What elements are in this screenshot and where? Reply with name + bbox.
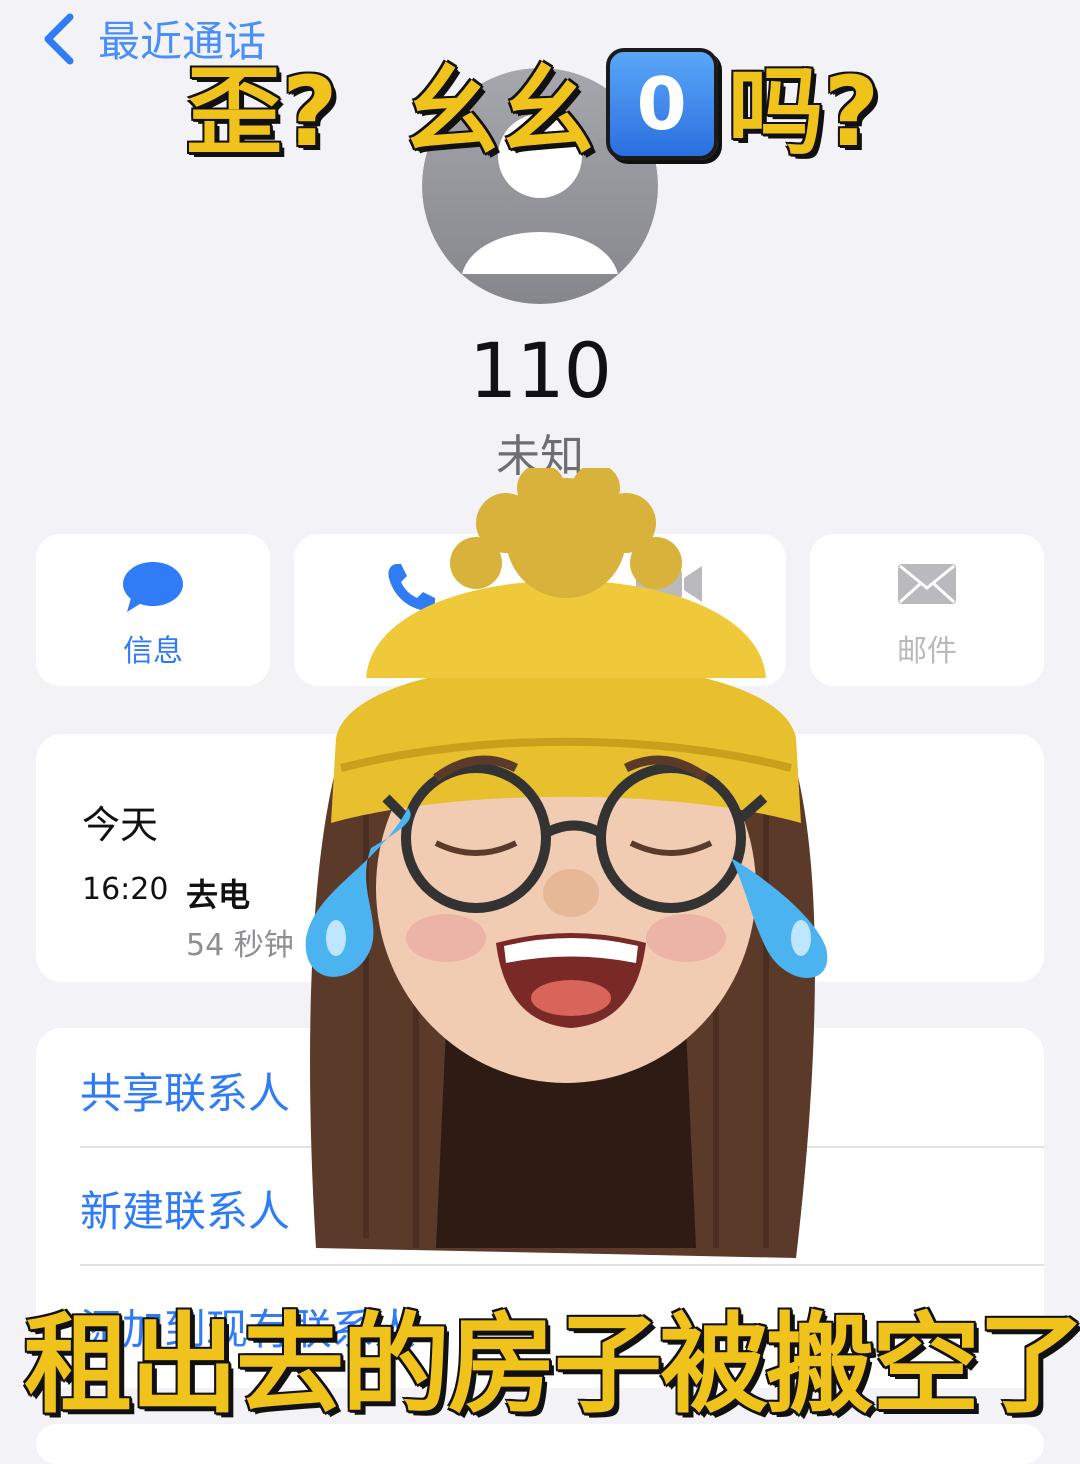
message-button[interactable]: 信息 xyxy=(36,534,270,686)
share-contact-link[interactable]: 共享联系人 xyxy=(80,1060,290,1121)
call-type: 去电 xyxy=(186,876,251,914)
caption-word-3: 吗? xyxy=(727,56,880,168)
mail-icon xyxy=(898,564,956,604)
caption-word-1: 歪? xyxy=(186,56,338,168)
mail-button[interactable]: 邮件 xyxy=(810,534,1044,686)
mail-label: 邮件 xyxy=(897,634,957,669)
keycap-zero-emoji: 0 xyxy=(605,47,718,160)
chevron-left-icon xyxy=(44,13,74,64)
contact-number: 110 xyxy=(468,326,612,415)
caption-word-2: 幺幺 xyxy=(403,56,596,168)
recents-day: 今天 xyxy=(82,803,159,847)
crying-memoji-sticker xyxy=(305,468,828,1258)
bottom-caption: 租出去的房子被搬空了 xyxy=(24,1303,1080,1428)
message-bubble-icon xyxy=(123,562,183,612)
top-caption: 歪? 幺幺 0 吗? xyxy=(186,34,879,173)
call-time: 16:20 xyxy=(82,872,169,907)
call-duration: 54 秒钟 xyxy=(186,928,294,963)
message-label: 信息 xyxy=(123,634,183,669)
new-contact-link[interactable]: 新建联系人 xyxy=(80,1178,290,1239)
